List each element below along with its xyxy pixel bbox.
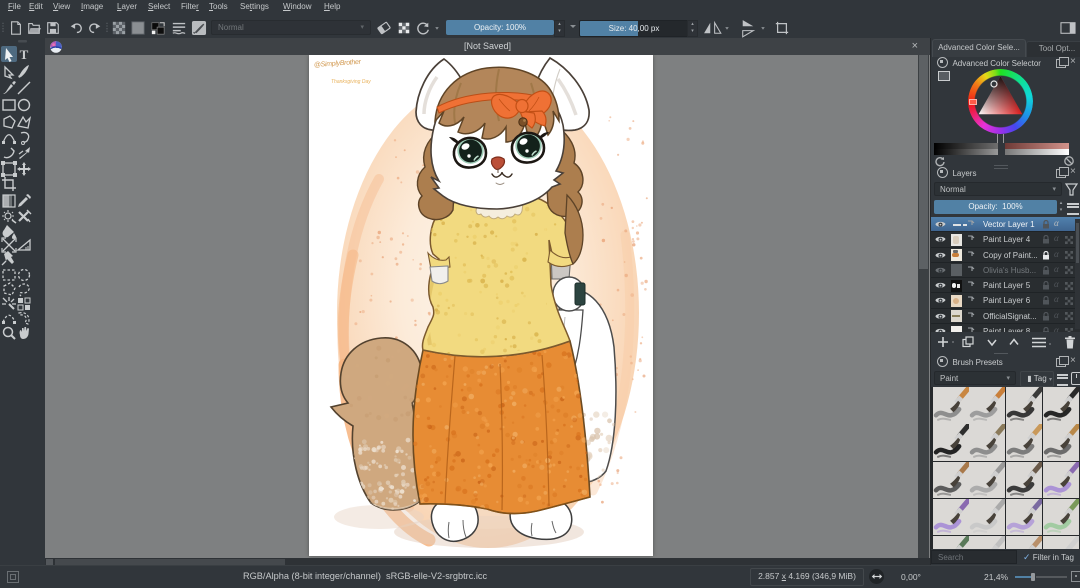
- svg-text:T: T: [20, 47, 29, 62]
- svg-text:@SimplyBrother: @SimplyBrother: [314, 59, 362, 69]
- svg-text:Thanksgiving Day: Thanksgiving Day: [331, 79, 371, 85]
